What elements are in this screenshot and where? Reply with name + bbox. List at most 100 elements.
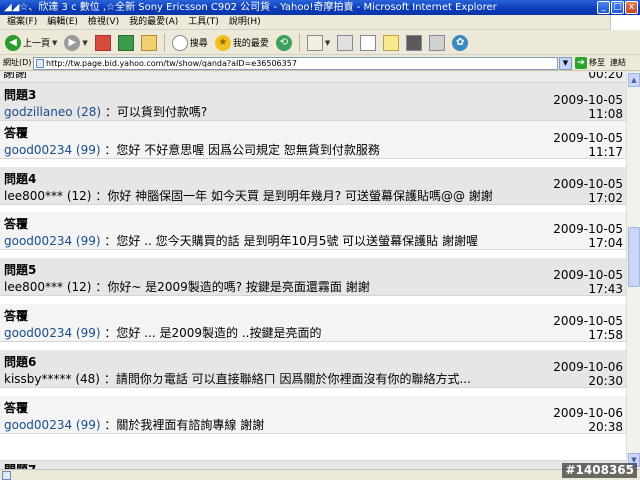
note-icon (383, 34, 400, 51)
menu-file[interactable]: 檔案(F) (2, 15, 42, 29)
plugin-button[interactable]: ✿ (450, 33, 470, 53)
research-button[interactable] (404, 33, 424, 53)
user-name: kissby***** (4, 372, 72, 386)
user-score: (99) (75, 326, 101, 340)
forward-button[interactable]: ▶ ▼ (62, 33, 89, 53)
edit-button[interactable] (358, 33, 378, 53)
timestamp: 2009-10-05 17:04 (553, 222, 623, 250)
timestamp-date: 2009-10-05 (553, 222, 623, 236)
messenger-icon (429, 34, 446, 51)
timestamp: 2009-10-05 17:43 (553, 268, 623, 296)
answer-text: ：關於我裡面有諮詢專線 謝謝 (104, 418, 265, 432)
answer-label: 答覆 (4, 309, 29, 323)
search-label: 搜尋 (189, 39, 208, 49)
window-title: ◢◢☆、欣達 3 c 數位 ,☆全新 Sony Ericsson C902 公司… (4, 2, 497, 13)
clipped-top-text: 謝謝 (3, 72, 28, 80)
question-row: 問題5 lee800*** (12) ：你好~ 是2009製造的嗎? 按鍵是亮面… (0, 258, 626, 296)
maximize-button[interactable]: □ (611, 1, 624, 14)
watermark: #1408365 (562, 463, 637, 478)
back-arrow-icon: ◀ (5, 34, 21, 51)
timestamp: 2009-10-05 11:08 (553, 93, 623, 121)
timestamp-date: 2009-10-06 (553, 406, 623, 420)
user-link[interactable]: good00234 (4, 326, 72, 340)
minimize-button[interactable]: _ (597, 1, 610, 14)
back-button[interactable]: ◀ 上一頁 ▼ (3, 33, 59, 53)
vertical-scrollbar[interactable]: ▲ ▼ (626, 72, 640, 469)
answer-label: 答覆 (4, 401, 29, 415)
question-text: ：請問你ㄉ電話 可以直接聯絡ㄇ 因爲關於你裡面沒有你的聯絡方式... (103, 372, 471, 386)
timestamp-time: 11:17 (588, 145, 623, 159)
user-link[interactable]: good00234 (4, 143, 72, 157)
menu-view[interactable]: 檢視(V) (83, 15, 124, 29)
chevron-down-icon[interactable]: ▼ (325, 39, 330, 47)
timestamp-date: 2009-10-05 (553, 268, 623, 282)
stop-button[interactable] (93, 33, 113, 53)
research-icon (406, 34, 423, 51)
chevron-down-icon: ▼ (562, 59, 569, 67)
menu-favorites[interactable]: 我的最愛(A) (124, 15, 183, 29)
timestamp-time: 11:08 (588, 107, 623, 121)
chevron-up-icon: ▲ (631, 76, 637, 84)
plugin-icon: ✿ (452, 34, 469, 51)
address-input[interactable]: http://tw.page.bid.yahoo.com/tw/show/qan… (33, 57, 558, 70)
question-label: 問題5 (4, 263, 37, 277)
question-row: 問題6 kissby***** (48) ：請問你ㄉ電話 可以直接聯絡ㄇ 因爲關… (0, 350, 626, 388)
page-content: 謝謝 00:20 問題3 godzillaneo (28) ：可以貨到付款嗎? … (0, 72, 626, 469)
favorites-button[interactable]: ★ 我的最愛 (213, 33, 271, 53)
scroll-thumb[interactable] (628, 227, 640, 287)
user-link[interactable]: good00234 (4, 418, 72, 432)
user-score: (12) (66, 280, 92, 294)
user-link[interactable]: good00234 (4, 234, 72, 248)
go-button[interactable]: ➔ 移至 (575, 57, 605, 69)
page-status-icon (2, 471, 11, 480)
document-icon (360, 34, 377, 51)
refresh-button[interactable] (116, 33, 136, 53)
user-name: lee800*** (4, 280, 64, 294)
menu-edit[interactable]: 編輯(E) (42, 15, 83, 29)
answer-text: ：您好 .. 您今天購買的話 是到明年10月5號 可以送螢幕保護貼 謝謝喔 (104, 234, 478, 248)
print-button[interactable] (335, 33, 355, 53)
page-icon (36, 59, 44, 68)
mail-button[interactable]: ▼ (305, 33, 332, 53)
address-url: http://tw.page.bid.yahoo.com/tw/show/qan… (46, 59, 297, 68)
back-label: 上一頁 (23, 39, 51, 49)
search-button[interactable]: 搜尋 (170, 33, 210, 53)
answer-row: 答覆 good00234 (99) ：關於我裡面有諮詢專線 謝謝 2009-10… (0, 396, 626, 434)
answer-text: ：您好 ... 是2009製造的 ..按鍵是亮面的 (104, 326, 322, 340)
timestamp-date: 2009-10-05 (553, 314, 623, 328)
windows-logo-icon (610, 15, 640, 30)
chevron-down-icon[interactable]: ▼ (52, 39, 57, 47)
links-button[interactable]: 連結 (610, 57, 626, 69)
discuss-button[interactable] (381, 33, 401, 53)
history-icon: ⟲ (275, 34, 292, 51)
timestamp: 2009-10-05 17:58 (553, 314, 623, 342)
question-body: kissby***** (48) ：請問你ㄉ電話 可以直接聯絡ㄇ 因爲關於你裡面… (4, 370, 471, 387)
user-score: (99) (75, 234, 101, 248)
timestamp: 2009-10-05 11:17 (553, 131, 623, 159)
timestamp-time: 20:30 (588, 374, 623, 388)
menu-tools[interactable]: 工具(T) (183, 15, 224, 29)
question-body: lee800*** (12) ：你好 神腦保固一年 如今天買 是到明年幾月? 可… (4, 187, 493, 204)
address-dropdown-button[interactable]: ▼ (559, 57, 572, 70)
forward-arrow-icon: ▶ (64, 34, 81, 51)
history-button[interactable]: ⟲ (274, 33, 294, 53)
timestamp: 2009-10-05 17:02 (553, 177, 623, 205)
timestamp-time: 17:04 (588, 236, 623, 250)
answer-body: good00234 (99) ：您好 .. 您今天購買的話 是到明年10月5號 … (4, 232, 478, 249)
stop-icon (94, 34, 111, 51)
timestamp-time: 17:02 (588, 191, 623, 205)
question-row: 問題4 lee800*** (12) ：你好 神腦保固一年 如今天買 是到明年幾… (0, 167, 626, 205)
menu-help[interactable]: 說明(H) (224, 15, 266, 29)
user-link[interactable]: godzillaneo (4, 105, 73, 119)
chevron-down-icon[interactable]: ▼ (82, 39, 87, 47)
status-bar (0, 469, 640, 480)
timestamp-time: 17:58 (588, 328, 623, 342)
scroll-up-button[interactable]: ▲ (628, 73, 640, 87)
user-score: (28) (76, 105, 102, 119)
user-score: (99) (75, 418, 101, 432)
messenger-button[interactable] (427, 33, 447, 53)
menu-bar: 檔案(F) 編輯(E) 檢視(V) 我的最愛(A) 工具(T) 說明(H) (0, 15, 640, 30)
search-icon (171, 34, 188, 51)
home-button[interactable] (139, 33, 159, 53)
close-button[interactable]: x (625, 1, 638, 14)
